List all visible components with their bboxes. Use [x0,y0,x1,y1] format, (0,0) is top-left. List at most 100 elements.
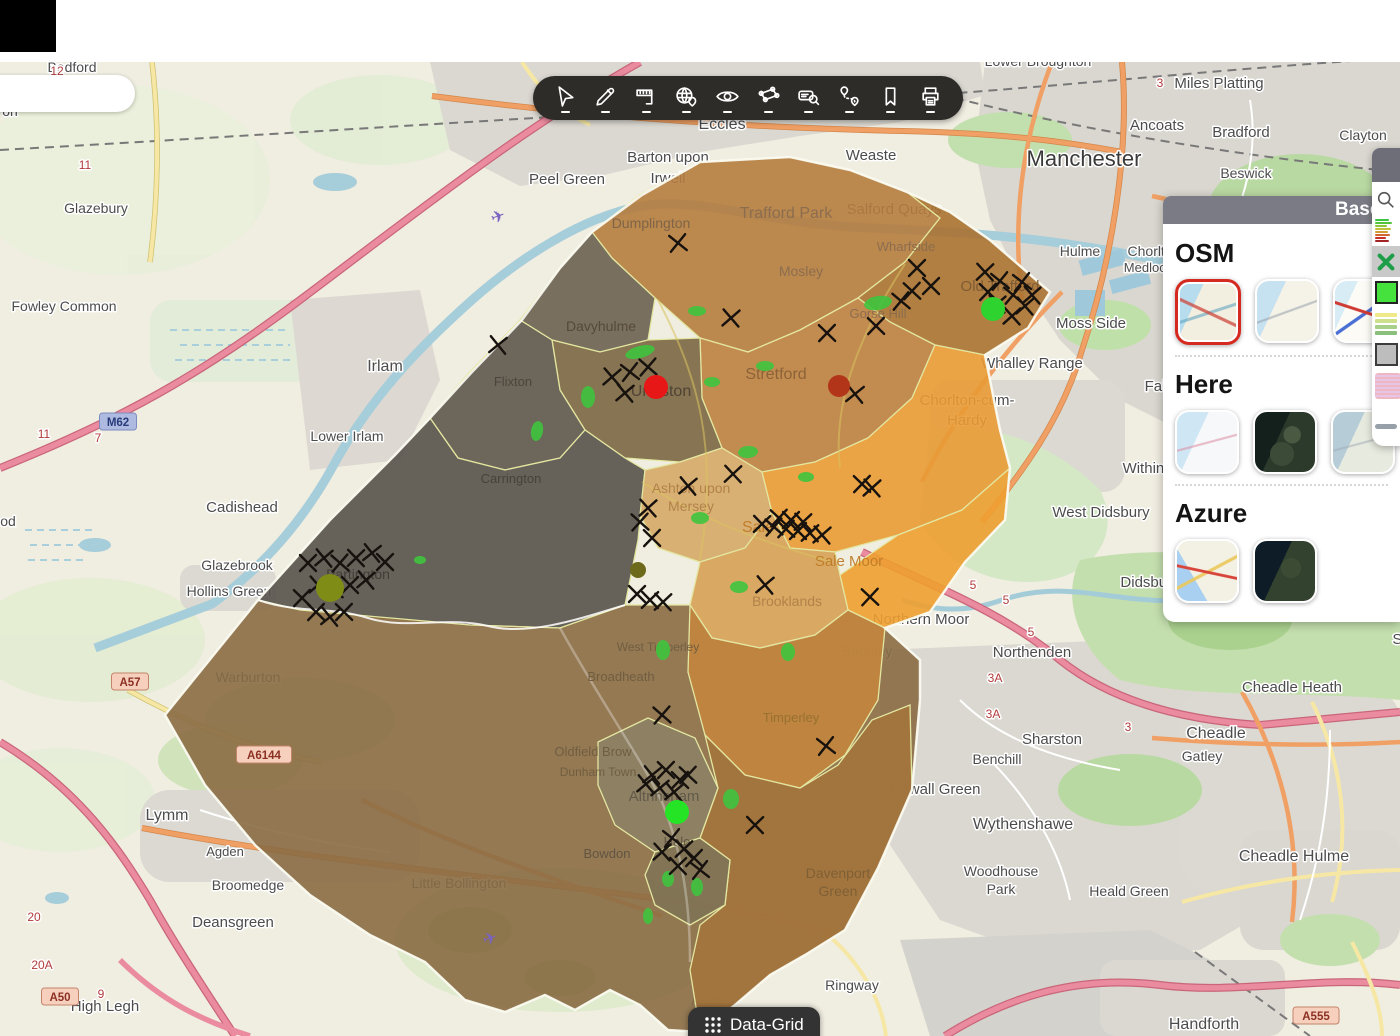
map-label: Whalley Range [981,355,1083,372]
district-label: Davyhulme [566,318,636,334]
green-area-marker [643,908,653,924]
basemap-thumb-row [1175,410,1388,474]
road-ref-text: A6144 [247,750,281,762]
green-area-marker [723,789,739,809]
map-label: Cheadle [1186,725,1246,742]
map-label: Northenden [993,644,1071,661]
junction-number: 3A [988,671,1003,685]
junction-number: 5 [1028,625,1035,639]
map-label: Clayton [1339,127,1386,143]
map-label: Hollins Green [187,583,272,599]
map-label: Woodhouse [964,863,1039,879]
green-area-marker [691,878,703,896]
print-tool-button[interactable] [915,78,947,118]
district-label: Bowdon [584,846,631,861]
district-label: Trafford Park [740,205,833,222]
map-label: Sharston [1022,731,1082,748]
map-label: Wythenshawe [973,816,1073,833]
basemap-section-here: Here [1175,355,1388,484]
dot-marker[interactable] [981,297,1005,321]
basemap-thumb-osm-standard[interactable] [1175,279,1241,345]
select-cursor-tool-button[interactable] [549,78,581,118]
top-bar [0,0,1400,62]
map-label: Agden [206,844,244,859]
district-label: Dunham Town [560,765,637,779]
dot-marker[interactable] [316,574,344,602]
basemap-thumb-here-road[interactable] [1175,410,1239,474]
green-area-marker [756,361,774,371]
road-ref-text: M62 [107,417,129,429]
grid-icon [704,1016,722,1034]
map-label: Ringway [825,977,879,993]
dot-marker[interactable] [644,375,668,399]
junction-number: 5 [1003,593,1010,607]
map-label: Fowley Common [11,298,116,314]
basemap-thumb-here-satellite[interactable] [1253,410,1317,474]
junction-number: 3 [1157,76,1164,90]
search-icon[interactable] [1372,184,1400,215]
map-label: Glazebrook [201,557,274,573]
green-area-marker [781,643,795,661]
green-area-marker [662,871,674,887]
map-label: High Legh [71,998,139,1015]
basemap-thumb-osm-grayscale[interactable] [1255,279,1319,343]
junction-number: 3A [986,707,1001,721]
basemap-thumb-azure-satellite[interactable] [1253,539,1317,603]
map-label: Ancoats [1130,117,1184,134]
map-label: Deansgreen [192,914,274,931]
data-grid-tab[interactable]: Data-Grid [688,1007,820,1036]
district-label: Mosley [779,263,823,279]
green-area-marker [688,306,706,316]
map-label: Miles Platting [1174,75,1263,92]
dot-marker[interactable] [665,800,689,824]
area-legend-icon[interactable] [1372,308,1400,339]
search-query-tool-button[interactable] [793,78,825,118]
route-points-tool-button[interactable] [834,78,866,118]
draw-edit-tool-button[interactable] [590,78,622,118]
globe-location-tool-button[interactable] [671,78,703,118]
map-label: Lower Irlam [310,428,383,444]
dot-marker[interactable] [630,562,646,578]
layer-strip-panel [1372,148,1400,446]
pink-gradient-layer-icon[interactable] [1372,370,1400,401]
junction-number: 7 [95,431,102,445]
basemap-thumb-row [1175,279,1388,345]
green-area-marker [798,472,814,482]
map-label: Manchester [1027,146,1142,171]
data-grid-label: Data-Grid [730,1015,804,1035]
road-ref-text: A57 [119,677,140,689]
district-label: Davenport [806,865,871,881]
district-label: Mersey [668,498,714,514]
basemap-thumb-row [1175,539,1388,603]
road-ref-text: A555 [1302,1011,1330,1023]
dot-marker[interactable] [828,375,850,397]
district-label: Sale Moor [815,553,883,570]
bookmark-tool-button[interactable] [874,78,906,118]
green-x-layer-icon[interactable] [1372,246,1400,277]
basemap-section-title: OSM [1175,238,1388,269]
map-label: Handforth [1169,1016,1239,1033]
green-square-layer-icon[interactable] [1372,277,1400,308]
basemap-thumb-azure-road[interactable] [1175,539,1239,603]
graduated-legend-icon[interactable] [1372,215,1400,246]
district-label: Wharfside [877,239,936,254]
map-route-tool-button[interactable] [752,78,784,118]
measure-tool-button[interactable] [630,78,662,118]
map-label: Moss Side [1056,315,1126,332]
district-label: Timperley [763,710,820,725]
basemap-panel-header: Basemap [1163,196,1400,224]
junction-number: 20 [27,910,41,924]
logo-block [0,0,56,52]
district-label: Brooklands [752,593,822,609]
basemap-section-title: Azure [1175,498,1388,529]
visibility-eye-tool-button[interactable] [712,78,744,118]
search-pill[interactable] [0,75,135,112]
gray-square-layer-icon[interactable] [1372,339,1400,370]
drag-handle-icon[interactable] [1372,401,1400,432]
junction-number: 5 [970,578,977,592]
map-label: Broomedge [212,877,285,893]
district-label: Stretford [745,366,806,383]
junction-number: 9 [98,987,105,1001]
junction-number: 3 [1125,720,1132,734]
layer-strip-header[interactable] [1372,148,1400,182]
